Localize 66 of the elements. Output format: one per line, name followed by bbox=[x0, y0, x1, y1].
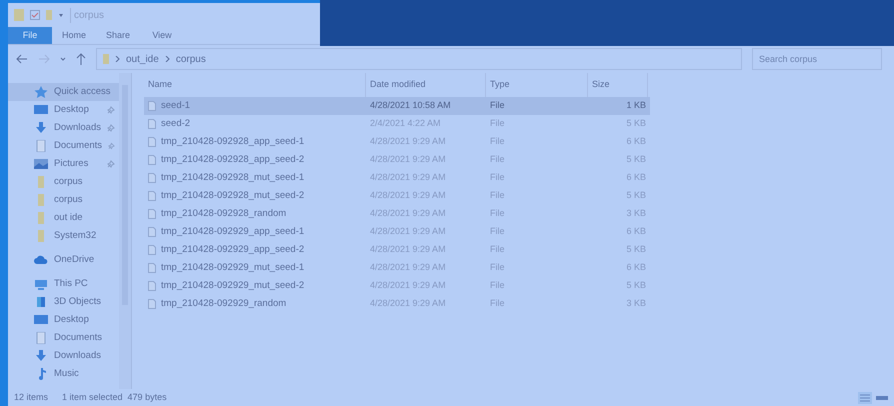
sidebar-item[interactable]: Pictures bbox=[8, 155, 119, 173]
sidebar-item[interactable]: Quick access bbox=[8, 83, 119, 101]
desktop-icon bbox=[34, 104, 48, 116]
file-name: tmp_210428-092929_app_seed-1 bbox=[161, 224, 304, 239]
tiles-view-icon[interactable] bbox=[876, 393, 888, 403]
sidebar-item[interactable]: corpus bbox=[8, 173, 119, 191]
ribbon-tab[interactable]: View bbox=[140, 27, 184, 44]
file-type: File bbox=[489, 99, 506, 112]
file-name: tmp_210428-092928_random bbox=[161, 206, 286, 221]
chevron-right-icon bbox=[115, 56, 120, 62]
up-arrow-icon[interactable] bbox=[76, 53, 86, 65]
sidebar-item[interactable]: This PC bbox=[8, 275, 119, 293]
sidebar-item[interactable]: Desktop bbox=[8, 101, 119, 119]
forward-icon[interactable] bbox=[38, 54, 50, 64]
cloud-icon bbox=[34, 254, 48, 266]
sidebar-item[interactable]: corpus bbox=[8, 191, 119, 209]
file-size: 1 KB bbox=[625, 99, 647, 112]
document-icon bbox=[34, 140, 48, 152]
star-icon bbox=[34, 86, 48, 98]
folder-icon bbox=[14, 9, 24, 21]
pictures-icon bbox=[34, 158, 48, 170]
breadcrumb[interactable]: corpus bbox=[176, 52, 206, 66]
file-name: tmp_210428-092929_mut_seed-1 bbox=[161, 260, 304, 275]
file-name: tmp_210428-092928_mut_seed-2 bbox=[161, 188, 304, 203]
file-name: tmp_210428-092928_mut_seed-1 bbox=[161, 170, 304, 185]
sidebar-item[interactable]: Documents bbox=[8, 137, 119, 155]
ribbon-tab[interactable]: File bbox=[8, 27, 52, 44]
file-row[interactable]: seed-1 4/28/2021 10:58 AM File 1 KB bbox=[144, 97, 650, 115]
desktop-icon bbox=[34, 314, 48, 326]
sidebar-item[interactable]: Downloads bbox=[8, 347, 119, 365]
sidebar-item[interactable]: OneDrive bbox=[8, 251, 119, 269]
document-icon bbox=[34, 332, 48, 344]
cube-icon bbox=[34, 296, 48, 308]
download-icon bbox=[34, 350, 48, 362]
breadcrumb[interactable]: out_ide bbox=[126, 52, 159, 66]
sidebar-item[interactable]: Documents bbox=[8, 329, 119, 347]
search-field[interactable]: Search corpus bbox=[752, 48, 882, 70]
folder-icon bbox=[46, 10, 52, 20]
file-name: tmp_210428-092929_random bbox=[161, 296, 286, 311]
sidebar-item[interactable]: out ide bbox=[8, 209, 119, 227]
dropdown-icon[interactable] bbox=[58, 12, 64, 18]
file-name: tmp_210428-092929_mut_seed-2 bbox=[161, 278, 304, 293]
checkbox-icon[interactable] bbox=[30, 10, 40, 20]
folder-icon bbox=[103, 54, 109, 64]
details-view-icon[interactable] bbox=[858, 392, 872, 404]
item-count: 12 items bbox=[14, 391, 48, 404]
file-name: tmp_210428-092929_app_seed-2 bbox=[161, 242, 304, 257]
file-name: tmp_210428-092928_app_seed-1 bbox=[161, 134, 304, 149]
date-modified: 4/28/2021 10:58 AM bbox=[369, 99, 452, 112]
sidebar-item[interactable]: 3D Objects bbox=[8, 293, 119, 311]
sidebar-item[interactable]: System32 bbox=[8, 227, 119, 245]
computer-icon bbox=[34, 278, 48, 290]
back-icon[interactable] bbox=[16, 54, 28, 64]
chevron-right-icon bbox=[164, 56, 170, 62]
file-name: seed-1 bbox=[161, 98, 190, 113]
sidebar-item[interactable]: Desktop bbox=[8, 311, 119, 329]
sidebar-item[interactable]: Music bbox=[8, 365, 119, 383]
download-icon bbox=[34, 122, 48, 134]
file-name: seed-2 bbox=[161, 116, 190, 131]
ribbon-tab[interactable]: Home bbox=[52, 27, 96, 44]
file-name: tmp_210428-092928_app_seed-2 bbox=[161, 152, 304, 167]
sidebar-item[interactable]: Downloads bbox=[8, 119, 119, 137]
selection-info: 1 item selected 479 bytes bbox=[62, 391, 168, 404]
ribbon-tab[interactable]: Share bbox=[96, 27, 140, 44]
address-bar[interactable]: out_ide corpus bbox=[96, 48, 742, 70]
chevron-down-icon[interactable] bbox=[60, 56, 66, 62]
